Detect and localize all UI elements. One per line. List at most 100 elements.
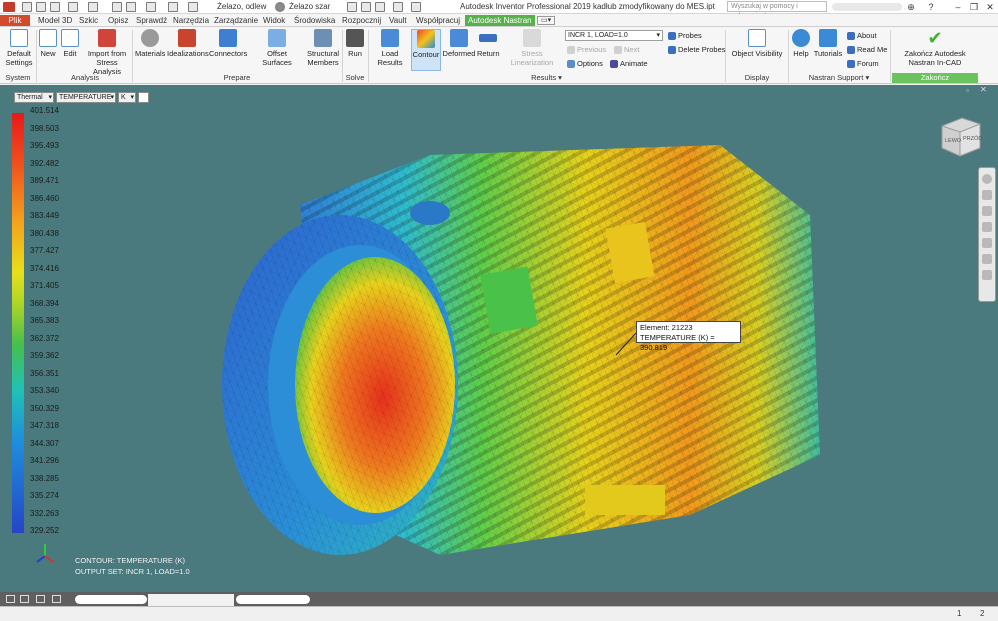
finish-nastran-button[interactable]: ✔ Zakończ Autodesk Nastran In-CAD xyxy=(893,29,977,67)
forum-button[interactable]: Forum xyxy=(847,59,879,69)
viewport-restore-icon[interactable]: ▫ xyxy=(966,86,969,95)
new-file-icon[interactable] xyxy=(22,2,32,12)
default-settings-button[interactable]: Default Settings xyxy=(4,29,34,67)
appearance-icon[interactable] xyxy=(275,2,285,12)
cart-icon[interactable]: ⊕ xyxy=(904,1,918,13)
restore-icon[interactable]: ❐ xyxy=(967,1,981,13)
appearance-dropdown[interactable]: Żelazo szar xyxy=(289,2,330,11)
orbit-icon[interactable] xyxy=(982,222,992,232)
stress-linearization-icon xyxy=(523,29,541,47)
legend-value: 398.503 xyxy=(30,123,59,133)
previous-button[interactable]: Previous xyxy=(567,45,606,55)
measure-icon[interactable] xyxy=(168,2,178,12)
adjust-icon[interactable] xyxy=(347,2,357,12)
tab-tools[interactable]: Narzędzia xyxy=(170,15,212,26)
tutorials-button[interactable]: Tutorials xyxy=(813,29,843,58)
tab-vault[interactable]: Vault xyxy=(386,15,410,26)
edit-analysis-button[interactable]: Edit xyxy=(60,29,80,58)
help-icon[interactable]: ? xyxy=(924,1,938,13)
structural-members-button[interactable]: Structural Members xyxy=(306,29,340,67)
object-visibility-button[interactable]: Object Visibility xyxy=(731,29,783,58)
open-folder-icon[interactable] xyxy=(36,2,46,12)
redo-icon[interactable] xyxy=(88,2,98,12)
delete-probe-icon xyxy=(668,46,676,55)
view-face-icon[interactable] xyxy=(982,254,992,264)
help-button[interactable]: Help xyxy=(791,29,811,58)
viewcube[interactable]: LEWO PRZÓD xyxy=(938,114,984,160)
next-button[interactable]: Next xyxy=(614,45,639,55)
options-button[interactable]: Options xyxy=(567,59,603,69)
import-stress-analysis-button[interactable]: Import from Stress Analysis xyxy=(84,29,130,76)
document-tab-active[interactable] xyxy=(148,594,234,606)
structural-members-icon xyxy=(314,29,332,47)
cascade-windows-icon[interactable] xyxy=(20,595,29,603)
graphics-viewport[interactable]: Thermal ▾ TEMPERATURE ▾ K ▾ Element: 212… xyxy=(0,85,998,592)
run-button[interactable]: Run xyxy=(345,29,365,58)
group-nastran-support-label[interactable]: Nastran Support ▾ xyxy=(789,73,889,83)
inventor-app-icon[interactable] xyxy=(3,2,15,12)
arrange-windows-icon[interactable] xyxy=(36,595,45,603)
material-icon[interactable] xyxy=(188,2,198,12)
read-me-button[interactable]: Read Me xyxy=(847,45,887,55)
load-results-button[interactable]: Load Results xyxy=(370,29,410,67)
output-set-select[interactable]: INCR 1, LOAD=1.0 ▾ xyxy=(565,30,663,41)
group-results-label[interactable]: Results ▾ xyxy=(369,73,724,83)
look-at-icon[interactable] xyxy=(982,238,992,248)
materials-button[interactable]: Materials xyxy=(135,29,165,58)
tab-manage[interactable]: Zarządzanie xyxy=(211,15,261,26)
material-dropdown[interactable]: Żelazo, odlew xyxy=(217,2,266,11)
tab-inspect[interactable]: Sprawdź xyxy=(133,15,170,26)
pan-icon[interactable] xyxy=(982,190,992,200)
document-tab[interactable] xyxy=(75,595,147,604)
parameters-icon[interactable] xyxy=(393,2,403,12)
document-tab[interactable] xyxy=(236,595,310,604)
tab-autodesk-nastran[interactable]: Autodesk Nastran xyxy=(465,15,535,26)
tab-overflow-icon[interactable]: ▭▾ xyxy=(537,16,556,25)
undo-icon[interactable] xyxy=(68,2,78,12)
deformed-icon xyxy=(450,29,468,47)
update-icon[interactable] xyxy=(126,2,136,12)
tab-sketch[interactable]: Szkic xyxy=(76,15,101,26)
tile-windows-icon[interactable] xyxy=(6,595,15,603)
title-bar: Żelazo, odlew Żelazo szar Autodesk Inven… xyxy=(0,0,998,20)
clear-icon[interactable] xyxy=(361,2,371,12)
nav-menu-icon[interactable] xyxy=(982,270,992,280)
new-analysis-button[interactable]: New xyxy=(39,29,57,58)
deformed-button[interactable]: Deformed xyxy=(442,29,476,58)
group-system-label: System xyxy=(5,73,31,82)
stress-linearization-button[interactable]: Stress Linearization xyxy=(501,29,563,67)
fx-icon[interactable] xyxy=(375,2,385,12)
select-icon[interactable] xyxy=(146,2,156,12)
connectors-button[interactable]: Connectors xyxy=(209,29,247,58)
tab-collaborate[interactable]: Współpracuj xyxy=(413,15,463,26)
viewport-close-icon[interactable]: ✕ xyxy=(980,85,987,94)
tab-get-started[interactable]: Rozpocznij xyxy=(339,15,384,26)
legend-value: 335.274 xyxy=(30,491,59,500)
tab-model-3d[interactable]: Model 3D xyxy=(35,15,75,26)
save-icon[interactable] xyxy=(50,2,60,12)
zoom-icon[interactable] xyxy=(982,206,992,216)
about-button[interactable]: About xyxy=(847,31,877,41)
probes-button[interactable]: Probes xyxy=(668,31,702,41)
group-prepare-label: Prepare xyxy=(223,73,251,82)
steering-wheel-icon[interactable] xyxy=(982,174,992,184)
home-icon[interactable] xyxy=(112,2,122,12)
return-button[interactable]: Return xyxy=(477,29,500,58)
tab-environments[interactable]: Środowiska xyxy=(291,15,338,26)
idealizations-button[interactable]: Idealizations xyxy=(167,29,209,58)
sign-in-field[interactable] xyxy=(832,3,902,11)
crosshair-icon[interactable] xyxy=(411,2,421,12)
delete-probes-button[interactable]: Delete Probes xyxy=(668,45,726,55)
help-search-input[interactable]: Wyszukaj w pomocy i poleceniach xyxy=(727,1,827,20)
tab-view[interactable]: Widok xyxy=(260,15,288,26)
probe-tooltip[interactable]: Element: 21223 TEMPERATURE (K) = 390.819 xyxy=(636,321,741,352)
minimize-icon[interactable]: – xyxy=(951,1,965,13)
contour-button[interactable]: Contour xyxy=(411,29,441,71)
close-icon[interactable]: ✕ xyxy=(983,1,997,13)
animate-button[interactable]: Animate xyxy=(610,59,648,69)
offset-surfaces-button[interactable]: Offset Surfaces xyxy=(253,29,301,67)
load-results-icon xyxy=(381,29,399,47)
windows-menu-icon[interactable] xyxy=(52,595,61,603)
tab-annotate[interactable]: Opisz xyxy=(105,15,131,26)
tab-file[interactable]: Plik xyxy=(0,15,30,26)
